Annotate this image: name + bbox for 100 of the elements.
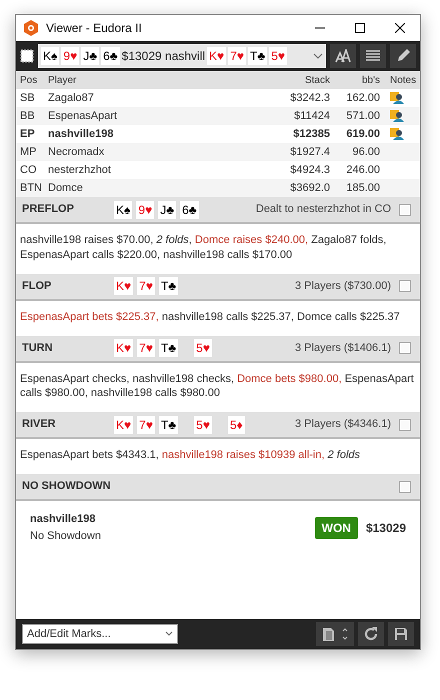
action-text: EspenasApart checks, nashville198 checks, Domce bets $980.00, EspenasApart calls $980.00, nashville198 calls $980.00 [19,372,415,402]
column-header: Player [48,74,78,88]
playing-card: 5♥ [269,47,288,65]
copy-button[interactable] [316,622,354,646]
app-logo-icon [24,20,38,36]
window-title: Viewer - Eudora II [46,20,142,37]
playing-card: K♠ [41,47,60,65]
playing-card: 7♥ [228,47,246,65]
street-name: PREFLOP [22,202,75,218]
table-cell-text: $12385 [292,126,330,142]
checkbox[interactable] [399,418,411,431]
winner-name: nashville198 [30,512,96,528]
column-header: Notes [389,74,416,88]
checkbox[interactable] [399,204,411,216]
person-icon[interactable] [390,110,404,122]
font-size-button[interactable] [330,44,356,68]
street-name: TURN [22,340,54,356]
font-size-icon [335,49,351,63]
playing-card: K♥ [114,339,134,358]
table-cell-text: Zagalo87 [48,90,95,106]
street-info: 3 Players ($1406.1) [295,340,391,356]
table-cell-text: $11424 [293,108,330,124]
playing-card: T♣ [248,47,268,65]
won-badge: WON [314,516,358,539]
street-info: 3 Players ($4346.1) [295,417,391,432]
table-cell-text: 619.00 [345,126,380,142]
caret-icon [165,631,173,637]
column-header: Stack [304,74,330,88]
playing-card: 6♣ [101,47,120,65]
playing-card: 9♥ [61,47,80,65]
playing-card: 7♥ [137,339,155,358]
table-cell-text: 162.00 [345,90,380,106]
playing-card: 9♥ [136,200,154,218]
playing-card: K♥ [207,47,226,65]
playing-card: T♣ [158,339,178,358]
table-cell-text: CO [20,162,38,178]
table-cell-text: nesterzhzhot [48,162,112,178]
hand-selector[interactable]: K♠ 9♥ J♣ 6♣ $13029 nashvill K♥ 7♥ T♣ 5♥ [38,44,326,68]
street-info: 3 Players ($730.00) [295,278,391,294]
edit-icon [395,48,411,64]
playing-card: 5♥ [194,339,212,358]
copy-icon [321,626,349,642]
person-icon[interactable] [390,128,404,140]
street-name: RIVER [22,417,57,432]
table-cell-text: EspenasApart [48,108,118,124]
select-icon[interactable] [20,49,34,63]
playing-card: J♣ [158,200,176,218]
playing-card: J♣ [81,47,100,65]
table-cell-text: $3242.3 [289,90,330,106]
action-text: nashville198 raises $70.00, 2 folds, Domce raises $240.00, Zagalo87 folds, EspenasApart calls $220.00, nashville198 calls $170.00 [19,233,388,263]
save-icon [393,626,409,642]
table-cell-text: $4924.3 [289,162,330,178]
result-description: No Showdown [30,528,101,544]
action-text: EspenasApart bets $4343.1, nashville198 raises $10939 all-in, 2 folds [19,448,362,464]
column-header: Pos [20,74,38,88]
column-header: bb's [360,74,380,88]
playing-card: 5♦ [228,416,245,434]
playing-card: 7♥ [137,416,155,434]
playing-card: 6♣ [180,200,199,218]
person-icon[interactable] [390,92,404,104]
edit-button[interactable] [390,44,416,68]
checkbox[interactable] [399,280,411,292]
table-cell-text: $1927.4 [289,144,330,160]
list-button[interactable] [360,44,386,68]
street-info: Dealt to nesterzhzhot in CO [256,202,391,218]
save-button[interactable] [388,622,414,646]
action-text: EspenasApart bets $225.37, nashville198 calls $225.37, Domce calls $225.37 [19,310,401,325]
playing-card: 5♥ [194,416,212,434]
street-name: NO SHOWDOWN [22,479,112,494]
caret-icon[interactable] [313,53,323,59]
table-cell-text: 96.00 [351,144,380,160]
checkbox[interactable] [399,342,411,354]
table-cell-text: BTN [20,180,43,196]
playing-card: T♣ [158,277,178,296]
table-cell-text: Necromadx [48,144,106,160]
table-cell-text: SB [20,90,36,106]
maximize-icon [355,23,365,33]
table-cell-text: Domce [48,180,84,196]
refresh-icon [363,626,379,642]
table-cell-text: BB [20,108,36,124]
playing-card: 7♥ [137,277,155,296]
marks-dropdown[interactable]: Add/Edit Marks... [22,624,178,644]
list-icon [365,49,381,63]
playing-card: K♥ [114,277,134,296]
hand-summary: $13029 nashvill [122,48,206,65]
playing-card: K♥ [114,416,134,434]
playing-card: T♣ [158,416,178,434]
table-cell-text: EP [20,126,36,142]
pot-amount: $13029 [366,520,406,537]
street-name: FLOP [22,278,52,294]
table-cell-text: MP [20,144,38,160]
table-cell-text: 571.00 [345,108,380,124]
refresh-button[interactable] [358,622,384,646]
table-cell-text: 185.00 [345,180,380,196]
playing-card: K♠ [114,200,132,218]
table-cell-text: $3692.0 [289,180,330,196]
close-icon [395,23,405,33]
checkbox[interactable] [399,480,411,493]
table-cell-text: nashville198 [48,126,114,142]
table-cell-text: 246.00 [345,162,380,178]
